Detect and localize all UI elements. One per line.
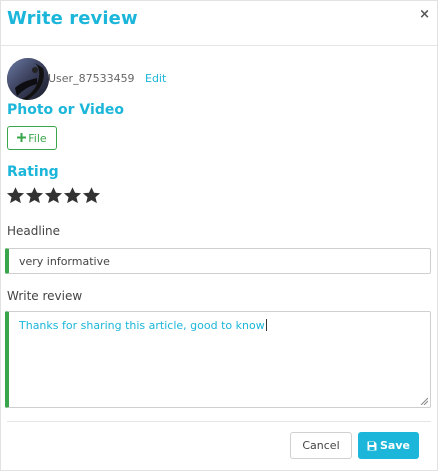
headline-value: very informative <box>19 255 110 268</box>
modal-header: Write review × <box>1 1 437 46</box>
edit-profile-link[interactable]: Edit <box>145 72 166 85</box>
close-icon[interactable]: × <box>419 7 430 22</box>
footer-divider <box>7 421 431 422</box>
star-rating[interactable] <box>6 186 101 205</box>
rating-label: Rating <box>7 164 59 180</box>
headline-input[interactable]: very informative <box>5 248 431 274</box>
cancel-button[interactable]: Cancel <box>290 432 352 459</box>
resize-handle-icon[interactable] <box>420 397 428 405</box>
modal-title: Write review <box>7 8 138 29</box>
photo-video-label: Photo or Video <box>7 102 124 118</box>
write-review-modal: Write review × User_87533459 Edit Photo … <box>0 0 438 471</box>
star-icon[interactable] <box>6 186 25 205</box>
review-label: Write review <box>7 289 83 303</box>
file-button-label: File <box>28 131 47 145</box>
review-textarea[interactable]: Thanks for sharing this article, good to… <box>5 311 431 408</box>
text-caret <box>265 319 267 331</box>
star-icon[interactable] <box>44 186 63 205</box>
star-icon[interactable] <box>63 186 82 205</box>
floppy-disk-icon <box>367 441 377 450</box>
star-icon[interactable] <box>82 186 101 205</box>
review-value: Thanks for sharing this article, good to… <box>19 319 265 332</box>
cancel-button-label: Cancel <box>302 439 340 452</box>
username: User_87533459 <box>48 72 135 85</box>
avatar <box>7 58 49 100</box>
add-file-button[interactable]: File <box>7 126 57 150</box>
headline-label: Headline <box>7 224 61 238</box>
plus-icon <box>17 132 27 145</box>
star-icon[interactable] <box>25 186 44 205</box>
save-button[interactable]: Save <box>358 432 419 459</box>
save-button-label: Save <box>380 439 410 452</box>
